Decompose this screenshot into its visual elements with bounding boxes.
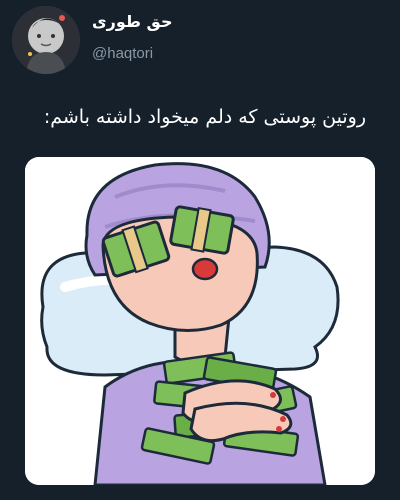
author-avatar[interactable] (12, 6, 80, 74)
money-right-eye (169, 205, 235, 255)
cartoon-woman-with-money-illustration (25, 157, 375, 485)
tweet-text: روتین پوستی که دلم میخواد داشته باشم: (43, 106, 366, 128)
tweet-media-image[interactable] (25, 157, 375, 485)
author-display-name[interactable]: حق طوری (92, 12, 173, 32)
tweet-card: حق طوری @haqtori روتین پوستی که دلم میخو… (0, 0, 400, 500)
author-handle[interactable]: @haqtori (92, 44, 153, 64)
avatar-photo-icon (12, 6, 80, 74)
